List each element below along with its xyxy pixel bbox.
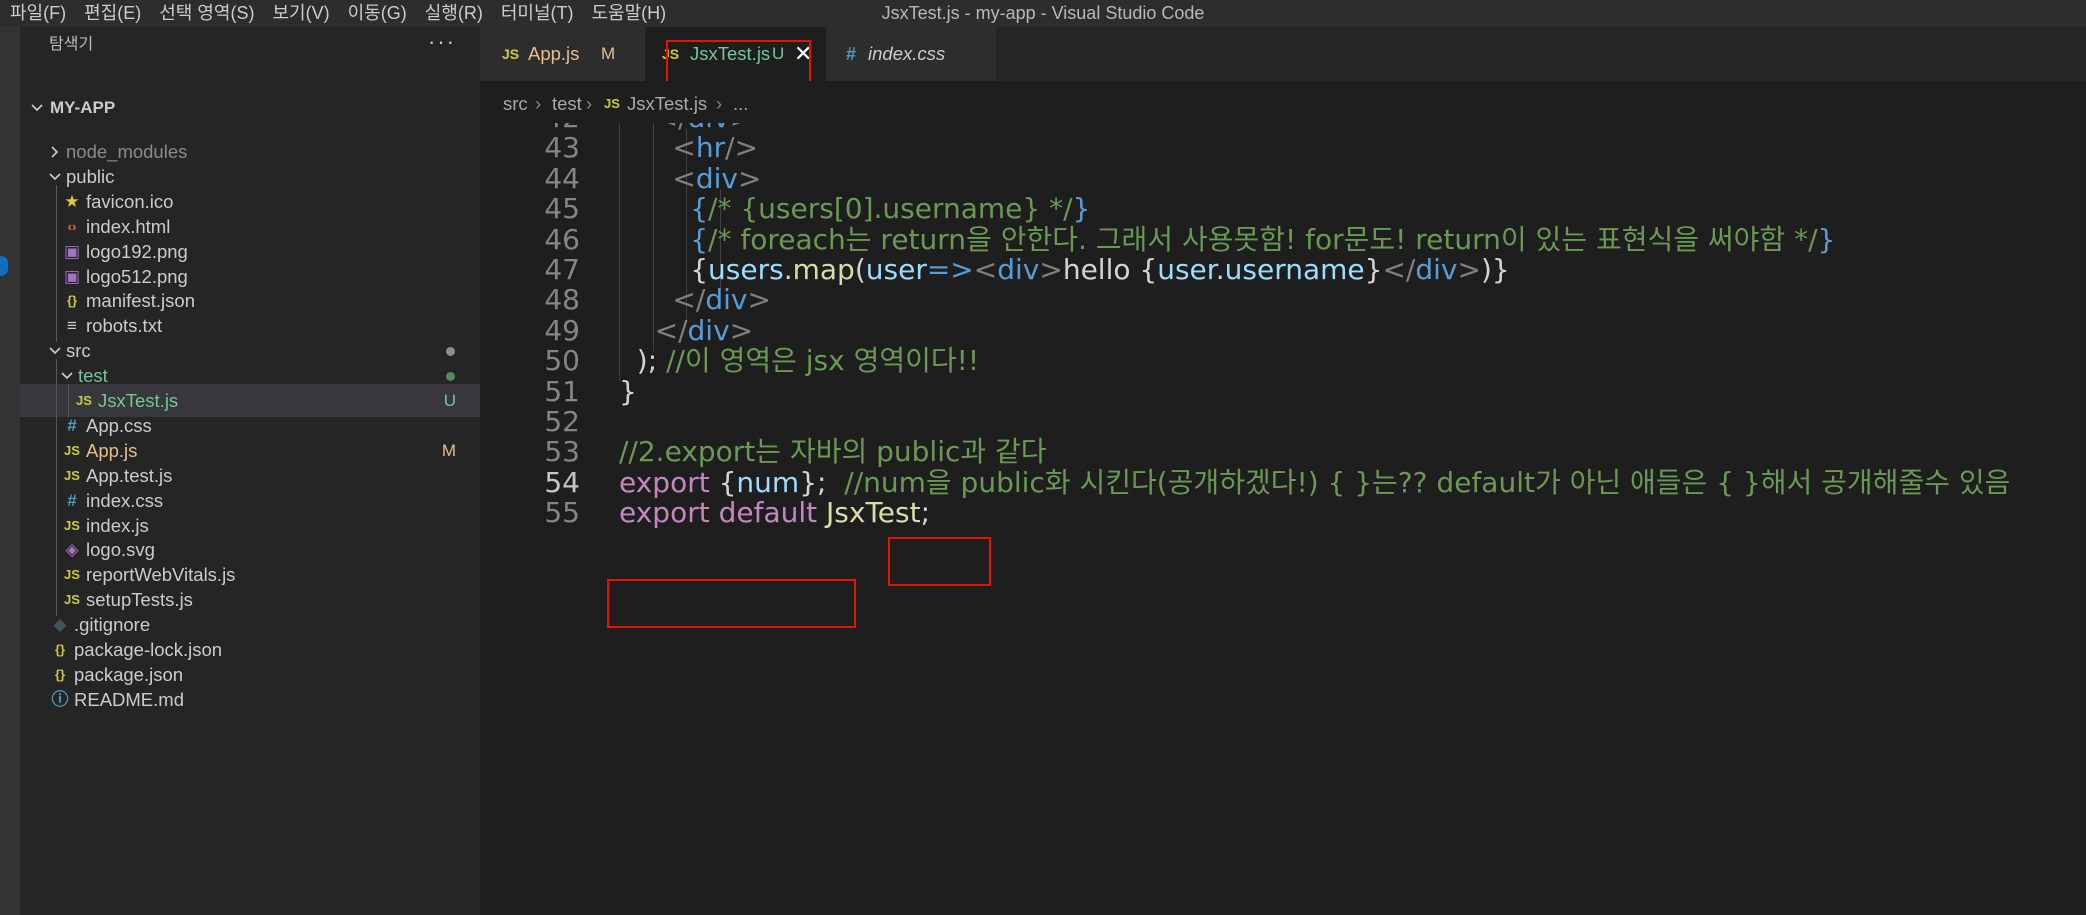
title-bar: 파일(F) 편집(E) 선택 영역(S) 보기(V) 이동(G) 실행(R) 터… xyxy=(0,0,2086,27)
js-icon: JS xyxy=(604,96,620,111)
activity-bar xyxy=(0,27,20,915)
chevron-right-icon xyxy=(51,146,59,158)
chevron-right-icon: › xyxy=(535,93,542,114)
chevron-down-icon xyxy=(49,347,61,355)
breadcrumb-src[interactable]: src xyxy=(503,81,528,127)
code-line[interactable]: 55 export default JsxTest; xyxy=(480,493,2086,533)
chevron-down-icon xyxy=(61,372,73,380)
tab-jsxtest-js[interactable]: JS JsxTest.js U ✕ xyxy=(645,27,826,81)
menu-view[interactable]: 보기(V) xyxy=(262,0,337,27)
js-icon: JS xyxy=(502,46,520,62)
breadcrumb: src › test › JS JsxTest.js › ... xyxy=(480,81,2086,123)
tab-label: JsxTest.js xyxy=(690,43,771,64)
code-editor[interactable]: 42 </div>43 <hr/>44 <div>45 {/* {users[0… xyxy=(480,123,2086,915)
breadcrumb-symbol[interactable]: ... xyxy=(733,81,748,127)
menu-edit[interactable]: 편집(E) xyxy=(74,0,149,27)
tab-app-js[interactable]: JS App.js M xyxy=(480,27,645,81)
tab-label: App.js xyxy=(528,43,580,64)
git-status-badge: M xyxy=(601,44,616,63)
git-change-dot-icon xyxy=(446,347,455,357)
chevron-down-icon xyxy=(31,104,43,112)
git-status-badge: U xyxy=(772,44,785,63)
explorer-header: 탐색기 ··· xyxy=(20,27,480,67)
menu-go[interactable]: 이동(G) xyxy=(338,0,415,27)
menu-run[interactable]: 실행(R) xyxy=(415,0,491,27)
tab-index-css[interactable]: # index.css xyxy=(826,27,996,81)
js-icon: JS xyxy=(662,46,680,62)
menu-terminal[interactable]: 터미널(T) xyxy=(491,0,582,27)
tree-item-readme-md[interactable]: ⓘ README.md xyxy=(20,683,480,716)
menu-bar: 파일(F) 편집(E) 선택 영역(S) 보기(V) 이동(G) 실행(R) 터… xyxy=(0,0,674,27)
menu-file[interactable]: 파일(F) xyxy=(0,0,74,27)
chevron-down-icon xyxy=(49,173,61,181)
explorer-title: 탐색기 xyxy=(49,36,94,53)
chevron-right-icon: › xyxy=(716,93,723,114)
breadcrumb-test[interactable]: test xyxy=(552,81,582,127)
activity-badge-icon[interactable] xyxy=(0,256,8,276)
breadcrumb-file[interactable]: JsxTest.js xyxy=(627,81,707,127)
editor-tab-bar: JS App.js M JS JsxTest.js U ✕ # index.cs… xyxy=(480,27,2086,81)
code-text: export default JsxTest; xyxy=(619,496,931,530)
more-actions-icon[interactable]: ··· xyxy=(428,27,456,57)
info-icon: ⓘ xyxy=(51,689,69,709)
project-folder-header[interactable]: MY-APP xyxy=(20,93,480,123)
line-number: 55 xyxy=(544,496,580,530)
hash-icon: # xyxy=(846,44,857,64)
menu-selection[interactable]: 선택 영역(S) xyxy=(149,0,262,27)
project-name: MY-APP xyxy=(50,98,116,117)
explorer-sidebar: 탐색기 ··· MY-APP node_modules public ★ favico… xyxy=(20,27,480,915)
tree-item-label: README.md xyxy=(74,688,184,710)
git-change-dot-icon xyxy=(446,372,455,382)
tab-label: index.css xyxy=(868,43,946,64)
chevron-right-icon: › xyxy=(586,93,593,114)
close-icon[interactable]: ✕ xyxy=(794,27,812,81)
menu-help[interactable]: 도움말(H) xyxy=(582,0,675,27)
